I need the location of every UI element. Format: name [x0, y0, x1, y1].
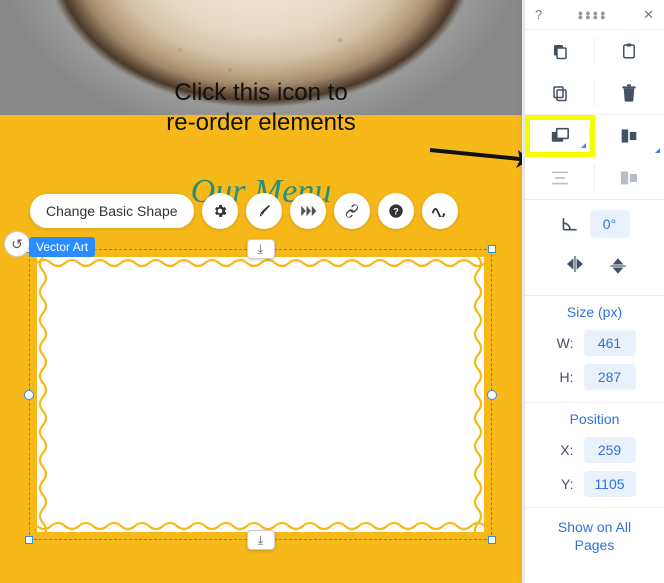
question-icon: ? [388, 203, 404, 219]
element-type-badge: Vector Art [29, 237, 95, 257]
annotation-line-1: Click this icon to [0, 78, 522, 108]
animation-icon [299, 203, 317, 219]
gear-icon [212, 203, 228, 219]
x-input[interactable]: 259 [584, 437, 636, 463]
arrange-layers-icon [550, 127, 570, 145]
paste-button[interactable] [595, 30, 664, 72]
resize-handle-bl[interactable] [25, 536, 33, 544]
rotation-input[interactable]: 0° [590, 210, 630, 238]
panel-drag-handle[interactable]: ●●●●●●●● [578, 11, 608, 19]
height-input[interactable]: 287 [584, 364, 636, 390]
page-section: Our Menu Change Basic Shape ? ↺ Vector A… [0, 115, 522, 583]
selection-outline [29, 249, 492, 540]
annotation-arrow [430, 140, 522, 180]
resize-handle-l[interactable] [24, 390, 34, 400]
angle-icon [560, 215, 580, 233]
y-row: Y: 1105 [525, 467, 664, 501]
delete-button[interactable] [595, 72, 664, 114]
rotation-control: 0° [525, 200, 664, 248]
paintbrush-icon [256, 203, 272, 219]
height-row: H: 287 [525, 360, 664, 394]
resize-handle-tr[interactable] [488, 245, 496, 253]
match-size-button[interactable] [595, 157, 664, 199]
instruction-annotation: Click this icon to re-order elements [0, 78, 522, 138]
selected-element[interactable]: ⤓ ⤓ [29, 249, 492, 540]
change-basic-shape-button[interactable]: Change Basic Shape [30, 194, 194, 228]
trash-icon [621, 84, 637, 102]
stretch-top-button[interactable]: ⤓ [247, 239, 275, 259]
y-label: Y: [554, 476, 574, 492]
width-row: W: 461 [525, 326, 664, 360]
dropdown-indicator-icon [581, 143, 586, 148]
download-icon: ⤓ [258, 242, 263, 257]
dropdown-indicator-icon [655, 148, 660, 153]
panel-close-button[interactable]: ✕ [643, 7, 654, 23]
panel-help-button[interactable]: ? [535, 7, 542, 22]
panel-header: ? ●●●●●●●● ✕ [525, 0, 664, 30]
undo-handle[interactable]: ↺ [4, 231, 30, 257]
annotation-line-2: re-order elements [0, 108, 522, 138]
resize-handle-r[interactable] [487, 390, 497, 400]
properties-panel: ? ●●●●●●●● ✕ 0° Size (px) W: 461 H: [524, 0, 664, 583]
size-section-title: Size (px) [525, 296, 664, 326]
arrange-button[interactable] [525, 115, 595, 157]
flip-controls [525, 248, 664, 295]
animation-button[interactable] [290, 193, 326, 229]
link-button[interactable] [334, 193, 370, 229]
match-size-icon [619, 170, 639, 186]
position-section-title: Position [525, 403, 664, 433]
design-button[interactable] [246, 193, 282, 229]
duplicate-icon [551, 84, 569, 102]
flip-vertical-button[interactable] [610, 256, 626, 281]
copy-icon [551, 42, 569, 60]
width-label: W: [554, 335, 574, 351]
panel-tool-grid [525, 30, 664, 200]
flip-vertical-icon [610, 256, 626, 276]
flip-horizontal-button[interactable] [564, 256, 586, 281]
flip-horizontal-icon [564, 256, 586, 272]
show-on-all-pages-button[interactable]: Show on All Pages [525, 508, 664, 554]
undo-icon: ↺ [11, 236, 23, 253]
distribute-icon [550, 170, 570, 186]
align-icon [619, 127, 639, 145]
paste-icon [620, 42, 638, 60]
squiggle-icon [431, 205, 449, 217]
height-label: H: [554, 369, 574, 385]
width-input[interactable]: 461 [584, 330, 636, 356]
stretch-bottom-button[interactable]: ⤓ [247, 530, 275, 550]
settings-button[interactable] [202, 193, 238, 229]
svg-text:?: ? [393, 206, 399, 216]
element-toolbar: Change Basic Shape ? [30, 193, 458, 229]
align-button[interactable] [595, 115, 664, 157]
duplicate-button[interactable] [525, 72, 595, 114]
x-label: X: [554, 442, 574, 458]
more-button[interactable] [422, 193, 458, 229]
link-icon [344, 203, 360, 219]
help-button[interactable]: ? [378, 193, 414, 229]
x-row: X: 259 [525, 433, 664, 467]
distribute-button[interactable] [525, 157, 595, 199]
resize-handle-br[interactable] [488, 536, 496, 544]
editor-canvas: Click this icon to re-order elements Our… [0, 0, 522, 583]
download-icon: ⤓ [258, 533, 263, 548]
y-input[interactable]: 1105 [584, 471, 636, 497]
copy-button[interactable] [525, 30, 595, 72]
